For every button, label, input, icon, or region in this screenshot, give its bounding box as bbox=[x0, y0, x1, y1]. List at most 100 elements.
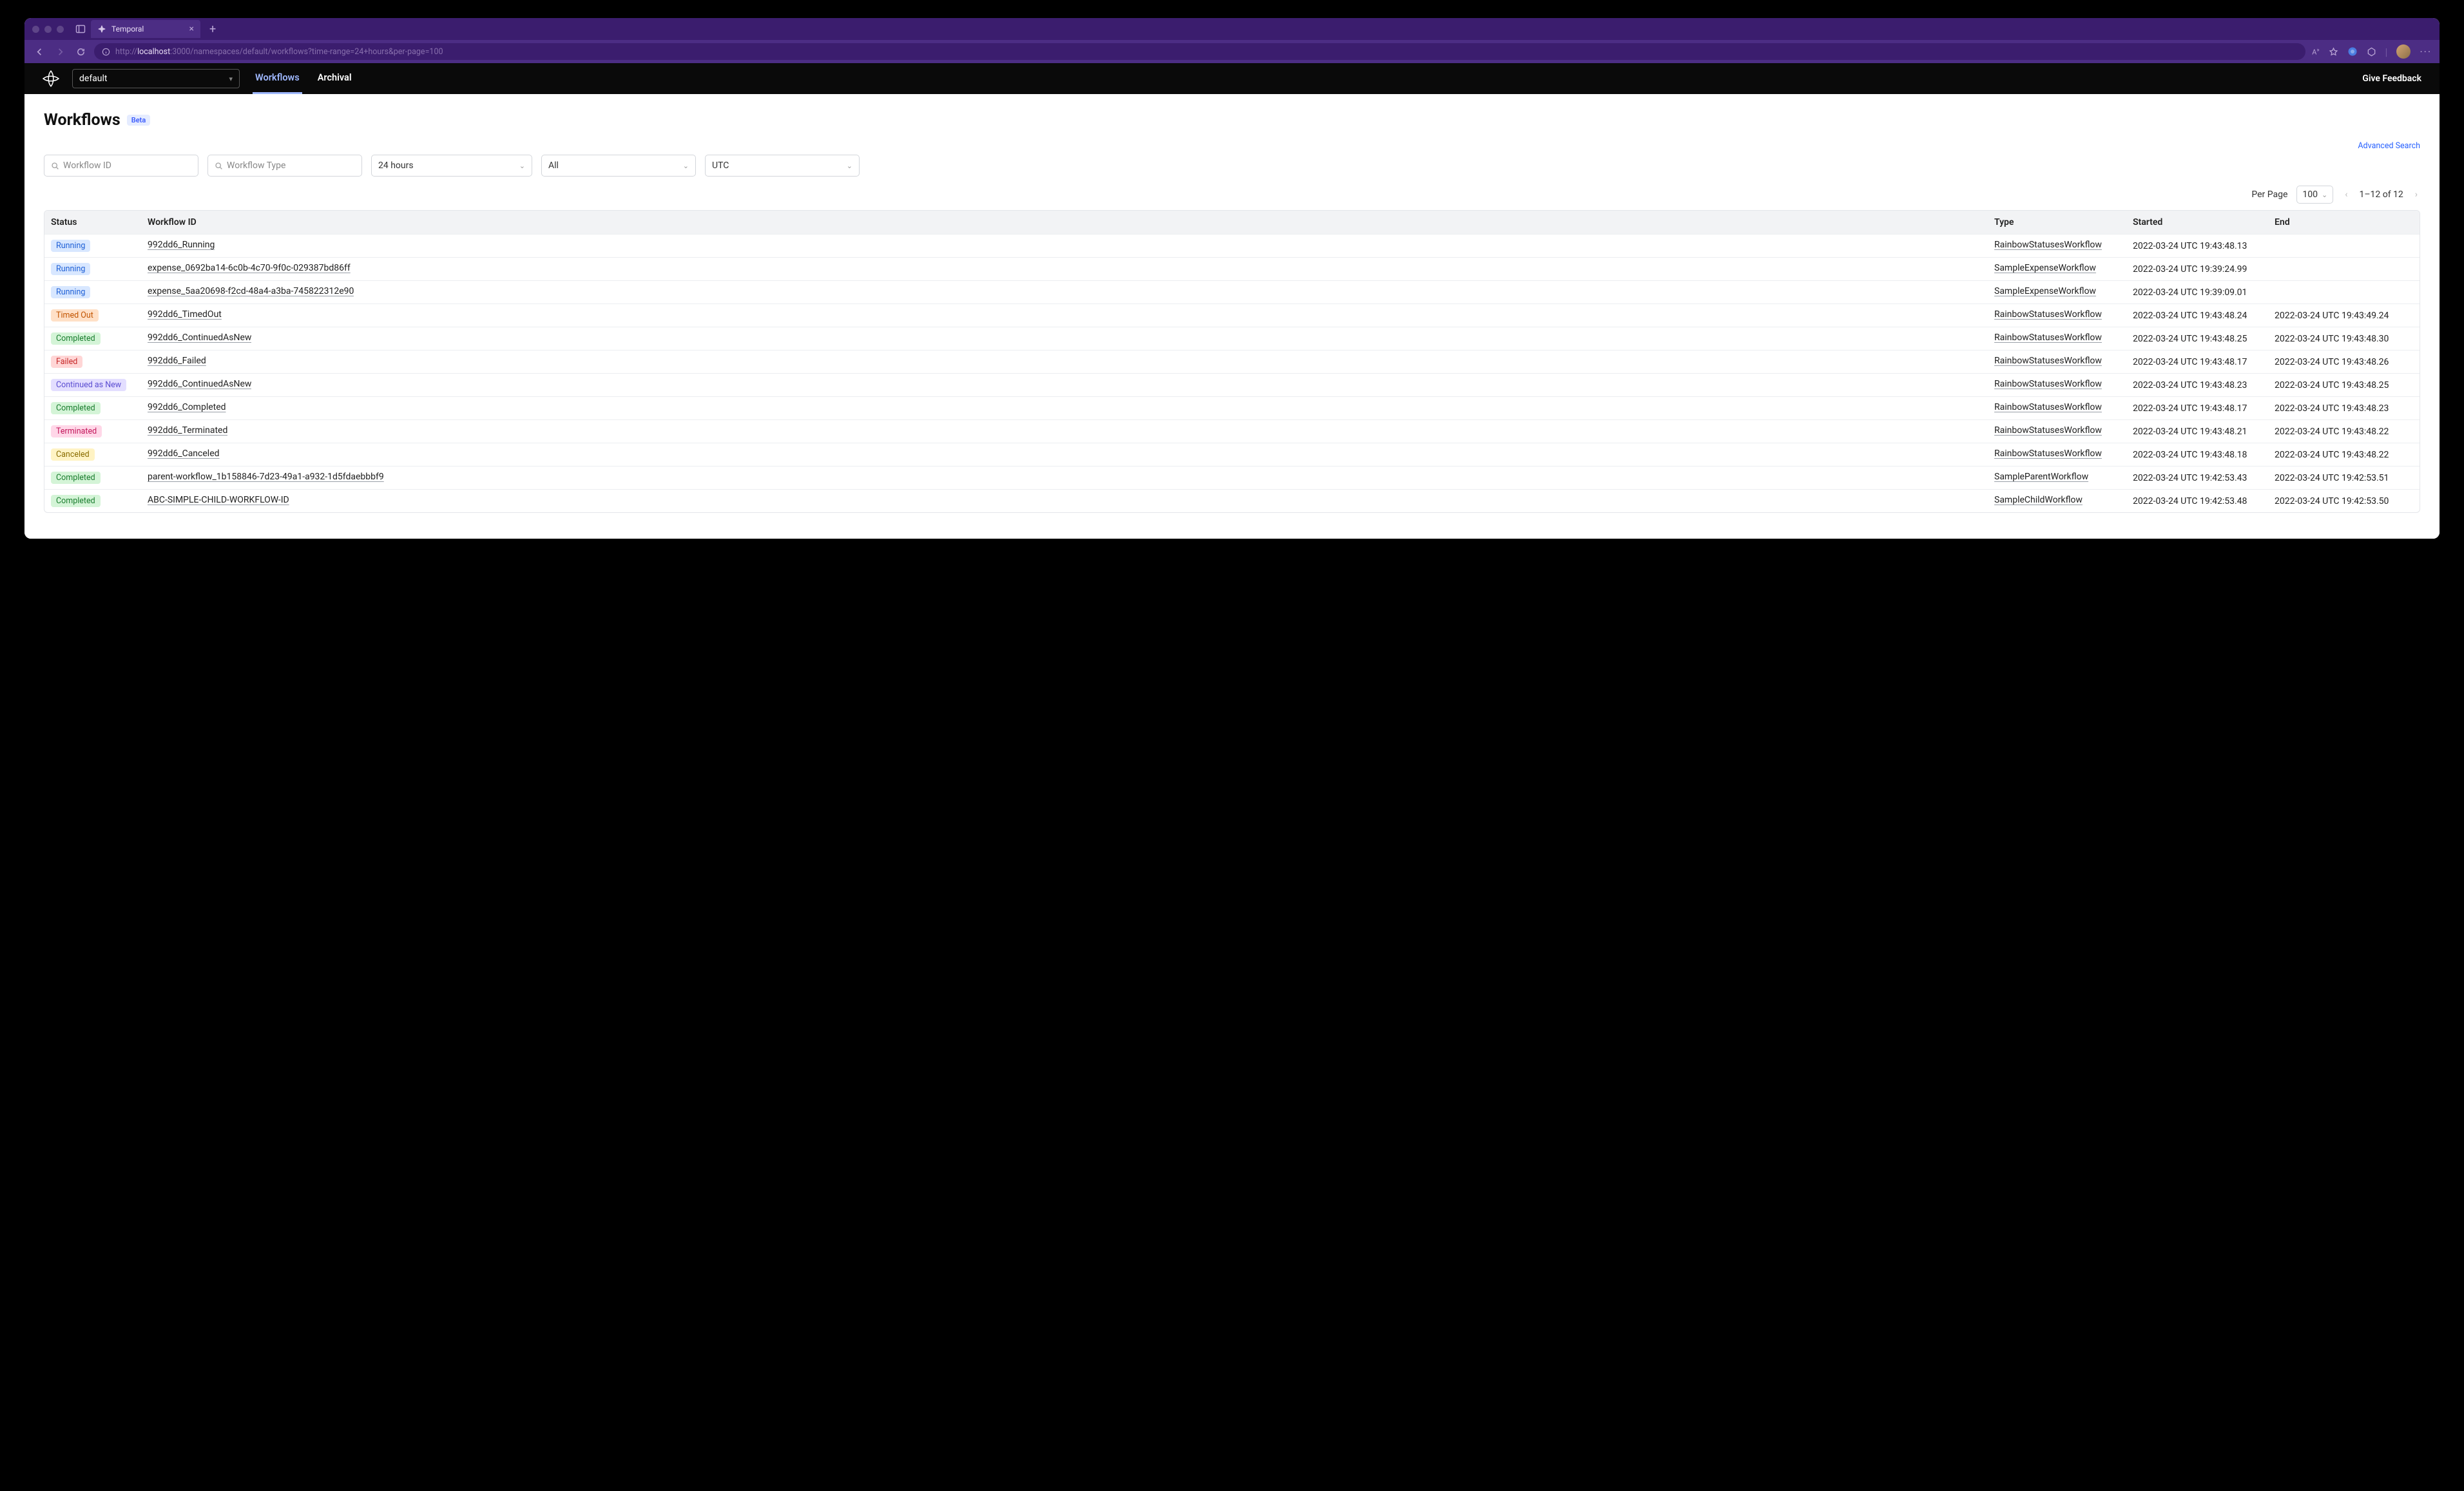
workflow-type-link[interactable]: RainbowStatusesWorkflow bbox=[1994, 448, 2102, 459]
workflow-type-link[interactable]: RainbowStatusesWorkflow bbox=[1994, 240, 2102, 250]
window-controls bbox=[32, 26, 64, 33]
end-cell: 2022-03-24 UTC 19:43:48.25 bbox=[2275, 380, 2413, 390]
browser-extensions: A» | ··· bbox=[2312, 44, 2432, 59]
workflow-type-link[interactable]: RainbowStatusesWorkflow bbox=[1994, 379, 2102, 389]
workflow-id-placeholder: Workflow ID bbox=[63, 160, 111, 171]
chevron-down-icon: ⌄ bbox=[2322, 191, 2327, 199]
started-cell: 2022-03-24 UTC 19:43:48.13 bbox=[2133, 241, 2275, 251]
workflow-id-link[interactable]: 992dd6_Running bbox=[148, 240, 215, 250]
next-page-button[interactable]: › bbox=[2412, 189, 2420, 200]
status-badge: Running bbox=[51, 263, 90, 275]
advanced-search-link[interactable]: Advanced Search bbox=[44, 141, 2420, 151]
table-row[interactable]: Completed992dd6_CompletedRainbowStatuses… bbox=[44, 396, 2420, 419]
close-tab-icon[interactable]: × bbox=[189, 24, 194, 34]
sidebar-toggle-icon[interactable] bbox=[75, 24, 86, 34]
end-cell: 2022-03-24 UTC 19:43:49.24 bbox=[2275, 311, 2413, 321]
search-icon bbox=[215, 162, 223, 170]
status-badge: Running bbox=[51, 240, 90, 252]
beta-badge: Beta bbox=[127, 115, 151, 126]
col-end: End bbox=[2275, 217, 2413, 227]
workflow-id-link[interactable]: expense_0692ba14-6c0b-4c70-9f0c-029387bd… bbox=[148, 263, 351, 273]
end-cell: 2022-03-24 UTC 19:42:53.51 bbox=[2275, 473, 2413, 483]
workflow-type-link[interactable]: SampleParentWorkflow bbox=[1994, 472, 2088, 482]
workflow-type-link[interactable]: RainbowStatusesWorkflow bbox=[1994, 356, 2102, 366]
prev-page-button[interactable]: ‹ bbox=[2342, 189, 2350, 200]
browser-chrome: Temporal × + http://localhost:3000/names… bbox=[24, 18, 2440, 63]
window-maximize-icon[interactable] bbox=[57, 26, 64, 33]
favorite-icon[interactable] bbox=[2329, 47, 2338, 57]
give-feedback-link[interactable]: Give Feedback bbox=[2362, 73, 2421, 84]
table-row[interactable]: Canceled992dd6_CanceledRainbowStatusesWo… bbox=[44, 443, 2420, 466]
workflow-id-link[interactable]: 992dd6_ContinuedAsNew bbox=[148, 332, 251, 343]
main-nav: Workflows Archival bbox=[253, 63, 354, 94]
nav-archival[interactable]: Archival bbox=[315, 63, 354, 94]
table-row[interactable]: Runningexpense_5aa20698-f2cd-48a4-a3ba-7… bbox=[44, 280, 2420, 303]
table-row[interactable]: Continued as New992dd6_ContinuedAsNewRai… bbox=[44, 373, 2420, 396]
table-row[interactable]: Completed992dd6_ContinuedAsNewRainbowSta… bbox=[44, 327, 2420, 350]
table-row[interactable]: Timed Out 992dd6_TimedOut RainbowStatusesW… bbox=[44, 303, 2420, 327]
window-minimize-icon[interactable] bbox=[44, 26, 52, 33]
workflow-type-link[interactable]: RainbowStatusesWorkflow bbox=[1994, 332, 2102, 343]
workflow-id-link[interactable]: 992dd6_Failed bbox=[148, 356, 206, 366]
workflow-id-link[interactable]: ABC-SIMPLE-CHILD-WORKFLOW-ID bbox=[148, 495, 289, 505]
forward-button[interactable] bbox=[53, 44, 67, 59]
per-page-select[interactable]: 100 ⌄ bbox=[2296, 186, 2333, 204]
started-cell: 2022-03-24 UTC 19:43:48.17 bbox=[2133, 357, 2275, 367]
workflow-id-link[interactable]: 992dd6_ContinuedAsNew bbox=[148, 379, 251, 389]
reload-button[interactable] bbox=[73, 44, 88, 59]
profile-avatar[interactable] bbox=[2396, 44, 2411, 59]
end-cell: 2022-03-24 UTC 19:43:48.26 bbox=[2275, 357, 2413, 367]
workflow-type-link[interactable]: RainbowStatusesWorkflow bbox=[1994, 425, 2102, 436]
table-row[interactable]: Running expense_0692ba14-6c0b-4c70-9f0c-0… bbox=[44, 257, 2420, 280]
page-content: Workflows Beta Advanced Search Workflow … bbox=[24, 94, 2440, 539]
read-aloud-icon[interactable]: A» bbox=[2312, 47, 2319, 57]
time-range-value: 24 hours bbox=[378, 160, 414, 171]
col-status: Status bbox=[51, 217, 148, 227]
new-tab-button[interactable]: + bbox=[206, 23, 220, 36]
workflow-id-input[interactable]: Workflow ID bbox=[44, 155, 198, 177]
workflow-id-link[interactable]: 992dd6_Terminated bbox=[148, 425, 227, 436]
nav-workflows[interactable]: Workflows bbox=[253, 63, 302, 94]
col-started: Started bbox=[2133, 217, 2275, 227]
table-row[interactable]: Completed parent-workflow_1b158846-7d23-4… bbox=[44, 466, 2420, 489]
back-button[interactable] bbox=[32, 44, 46, 59]
workflow-type-input[interactable]: Workflow Type bbox=[207, 155, 362, 177]
workflow-type-link[interactable]: RainbowStatusesWorkflow bbox=[1994, 309, 2102, 320]
url-text: http://localhost:3000/namespaces/default… bbox=[115, 47, 443, 57]
temporal-logo-icon bbox=[43, 70, 59, 87]
workflow-id-link[interactable]: 992dd6_TimedOut bbox=[148, 309, 222, 320]
search-icon bbox=[51, 162, 59, 170]
window-close-icon[interactable] bbox=[32, 26, 39, 33]
status-badge: Completed bbox=[51, 472, 101, 484]
more-icon[interactable]: ··· bbox=[2420, 46, 2432, 58]
timezone-select[interactable]: UTC ⌄ bbox=[705, 155, 860, 177]
table-row[interactable]: Terminated992dd6_TerminatedRainbowStatus… bbox=[44, 419, 2420, 443]
table-row[interactable]: Running 992dd6_Running RainbowStatusesWork… bbox=[44, 234, 2420, 257]
namespace-selector[interactable]: default ▾ bbox=[72, 69, 240, 88]
workflow-id-link[interactable]: expense_5aa20698-f2cd-48a4-a3ba-74582231… bbox=[148, 286, 354, 296]
workflows-table: Status Workflow ID Type Started End Runn… bbox=[44, 210, 2420, 513]
started-cell: 2022-03-24 UTC 19:43:48.24 bbox=[2133, 311, 2275, 321]
workflow-id-link[interactable]: 992dd6_Canceled bbox=[148, 448, 220, 459]
extension-globe-icon[interactable] bbox=[2347, 46, 2358, 57]
workflow-type-link[interactable]: RainbowStatusesWorkflow bbox=[1994, 402, 2102, 412]
status-select[interactable]: All ⌄ bbox=[541, 155, 696, 177]
workflow-type-link[interactable]: SampleChildWorkflow bbox=[1994, 495, 2083, 505]
workflow-type-link[interactable]: SampleExpenseWorkflow bbox=[1994, 286, 2096, 296]
workflow-id-link[interactable]: parent-workflow_1b158846-7d23-49a1-a932-… bbox=[148, 472, 384, 482]
browser-tab[interactable]: Temporal × bbox=[91, 20, 200, 38]
table-row[interactable]: CompletedABC-SIMPLE-CHILD-WORKFLOW-IDSam… bbox=[44, 489, 2420, 512]
workflow-type-link[interactable]: SampleExpenseWorkflow bbox=[1994, 263, 2096, 273]
started-cell: 2022-03-24 UTC 19:42:53.43 bbox=[2133, 473, 2275, 483]
end-cell: 2022-03-24 UTC 19:43:48.22 bbox=[2275, 427, 2413, 437]
page-range: 1–12 of 12 bbox=[2359, 189, 2403, 200]
started-cell: 2022-03-24 UTC 19:43:48.18 bbox=[2133, 450, 2275, 460]
workflow-type-placeholder: Workflow Type bbox=[227, 160, 285, 171]
address-bar[interactable]: http://localhost:3000/namespaces/default… bbox=[94, 43, 2305, 60]
extension-hex-icon[interactable] bbox=[2367, 47, 2376, 57]
status-badge: Timed Out bbox=[51, 309, 99, 322]
browser-window: Temporal × + http://localhost:3000/names… bbox=[24, 18, 2440, 539]
time-range-select[interactable]: 24 hours ⌄ bbox=[371, 155, 532, 177]
table-row[interactable]: Failed992dd6_FailedRainbowStatusesWorkfl… bbox=[44, 350, 2420, 373]
workflow-id-link[interactable]: 992dd6_Completed bbox=[148, 402, 226, 412]
